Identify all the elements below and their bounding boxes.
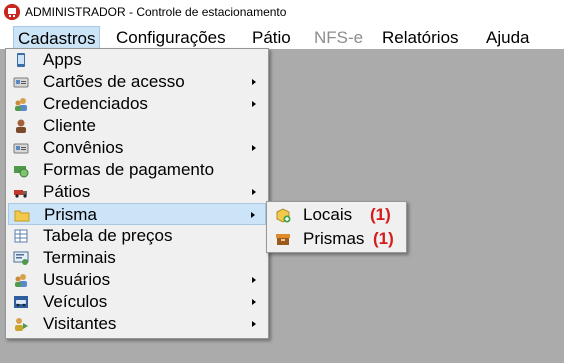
menu-cadastros[interactable]: Cadastros: [13, 26, 101, 49]
menu-item-label: Credenciados: [43, 94, 148, 113]
money-icon: [14, 166, 29, 178]
menu-item-label: Terminais: [43, 248, 116, 267]
menu-item-label: Usuários: [43, 270, 111, 289]
box-icon: [276, 234, 290, 245]
truck-icon: [14, 190, 27, 198]
card-icon: [13, 77, 29, 88]
submenu-item-locais[interactable]: Locais (1): [269, 204, 404, 226]
menu-item-visitantes[interactable]: Visitantes: [8, 313, 266, 335]
menu-item-veiculos[interactable]: Veículos: [8, 291, 266, 313]
add-location-icon: [276, 208, 291, 223]
submenu-item-prismas[interactable]: Prismas (1): [269, 228, 404, 250]
menu-item-label: Apps: [43, 50, 82, 69]
card-icon: [13, 143, 29, 154]
menu-item-label: Veículos: [43, 292, 108, 311]
menu-item-cliente[interactable]: Cliente: [8, 115, 266, 137]
table-icon: [14, 229, 28, 243]
submenu-arrow-icon: [252, 189, 256, 195]
window-title: ADMINISTRADOR - Controle de estacionamen…: [25, 5, 287, 19]
parking-app-icon: [4, 4, 20, 20]
menu-item-label: Prisma: [44, 205, 97, 224]
menu-item-tabela-de-precos[interactable]: Tabela de preços: [8, 225, 266, 247]
submenu-item-label: Prismas: [303, 229, 365, 248]
menu-item-usuarios[interactable]: Usuários: [8, 269, 266, 291]
menu-ajuda[interactable]: Ajuda: [482, 26, 533, 49]
users-icon: [15, 98, 27, 111]
submenu-arrow-icon: [252, 79, 256, 85]
menu-configuracoes[interactable]: Configurações: [112, 26, 230, 49]
menu-patio[interactable]: Pátio: [248, 26, 295, 49]
menu-item-label: Visitantes: [43, 314, 117, 333]
users-icon: [15, 274, 27, 287]
menu-item-patios[interactable]: Pátios: [8, 181, 266, 203]
phone-icon: [17, 53, 25, 67]
menu-nfse: NFS-e: [314, 28, 364, 47]
menu-item-apps[interactable]: Apps: [8, 49, 266, 71]
submenu-item-label: Locais: [303, 205, 353, 224]
menu-bar: Cadastros Configurações Pátio NFS-e Rela…: [0, 26, 564, 49]
cadastros-dropdown: Apps Cartões de acesso Credenciados Clie…: [5, 48, 269, 339]
submenu-arrow-icon: [252, 299, 256, 305]
menu-item-label: Tabela de preços: [43, 226, 173, 245]
menu-item-label: Cliente: [43, 116, 96, 135]
count-badge: (1): [373, 229, 394, 248]
menu-item-cartoes-de-acesso[interactable]: Cartões de acesso: [8, 71, 266, 93]
count-badge: (1): [370, 205, 391, 224]
car-icon: [14, 296, 28, 308]
menu-item-label: Cartões de acesso: [43, 72, 185, 91]
submenu-arrow-icon: [252, 277, 256, 283]
menu-item-convenios[interactable]: Convênios: [8, 137, 266, 159]
menu-relatorios[interactable]: Relatórios: [378, 26, 463, 49]
prisma-submenu: Locais (1) Prismas (1): [266, 201, 407, 253]
menu-item-label: Formas de pagamento: [43, 160, 215, 179]
menu-item-credenciados[interactable]: Credenciados: [8, 93, 266, 115]
title-bar: ADMINISTRADOR - Controle de estacionamen…: [0, 0, 564, 26]
submenu-arrow-icon: [252, 321, 256, 327]
submenu-arrow-icon: [252, 145, 256, 151]
visitor-icon: [15, 318, 28, 331]
submenu-arrow-icon: [251, 212, 255, 218]
menu-item-label: Convênios: [43, 138, 124, 157]
person-icon: [16, 119, 26, 133]
submenu-arrow-icon: [252, 101, 256, 107]
menu-item-label: Pátios: [43, 182, 91, 201]
terminal-icon: [13, 251, 29, 265]
menu-item-terminais[interactable]: Terminais: [8, 247, 266, 269]
menu-item-formas-de-pagamento[interactable]: Formas de pagamento: [8, 159, 266, 181]
menu-item-prisma[interactable]: Prisma: [8, 203, 266, 225]
folder-icon: [14, 210, 30, 222]
